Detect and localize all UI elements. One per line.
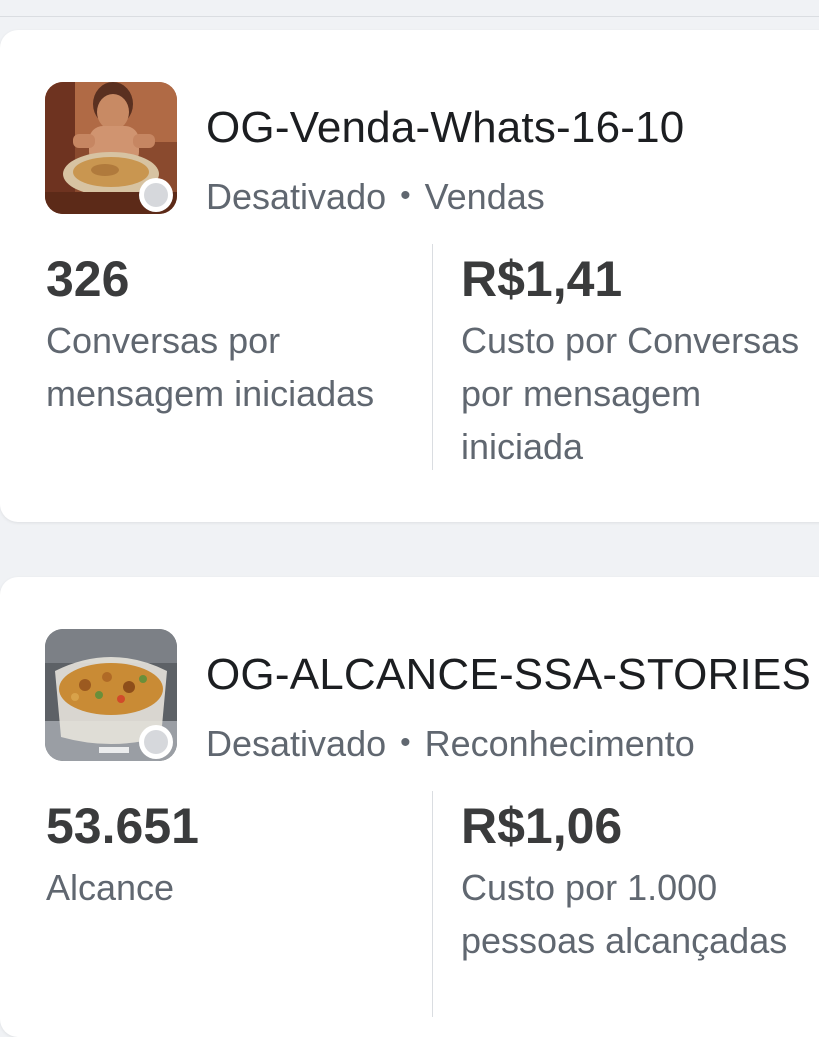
metric-label: Conversas por mensagem iniciadas [46,320,375,414]
status-inactive-icon [139,178,173,212]
metric-divider [432,244,433,470]
metric-label: Custo por 1.000 pessoas alcançadas [461,867,788,961]
separator-dot: • [400,179,411,212]
campaign-objective: Reconhecimento [424,723,695,764]
campaign-meta: Desativado • Reconhecimento [206,720,695,767]
metric-value: R$1,41 [461,251,623,307]
campaign-thumbnail [45,82,177,214]
top-divider [0,0,819,17]
campaign-thumbnail [45,629,177,761]
metric-value: 53.651 [46,798,199,854]
metric-primary: 53.651 Alcance [46,797,426,914]
metric-secondary: R$1,06 Custo por 1.000 pessoas alcançada… [461,797,819,967]
status-inactive-icon [139,725,173,759]
metric-value: 326 [46,251,130,307]
metric-secondary: R$1,41 Custo por Conversas por mensagem … [461,250,819,473]
campaign-objective: Vendas [424,176,545,217]
campaign-card[interactable]: OG-Venda-Whats-16-10 Desativado • Vendas 3… [0,30,819,522]
campaign-status: Desativado [206,176,387,217]
campaign-card[interactable]: OG-ALCANCE-SSA-STORIES Desativado • Reconh… [0,577,819,1037]
metric-primary: 326 Conversas por mensagem iniciadas [46,250,426,420]
campaign-meta: Desativado • Vendas [206,173,545,220]
metric-label: Custo por Conversas por mensagem iniciad… [461,320,800,467]
metric-value: R$1,06 [461,798,623,854]
metric-divider [432,791,433,1017]
campaign-status: Desativado [206,723,387,764]
campaign-name[interactable]: OG-ALCANCE-SSA-STORIES [206,647,811,703]
separator-dot: • [400,726,411,759]
campaign-name[interactable]: OG-Venda-Whats-16-10 [206,100,684,156]
metric-label: Alcance [46,867,175,908]
